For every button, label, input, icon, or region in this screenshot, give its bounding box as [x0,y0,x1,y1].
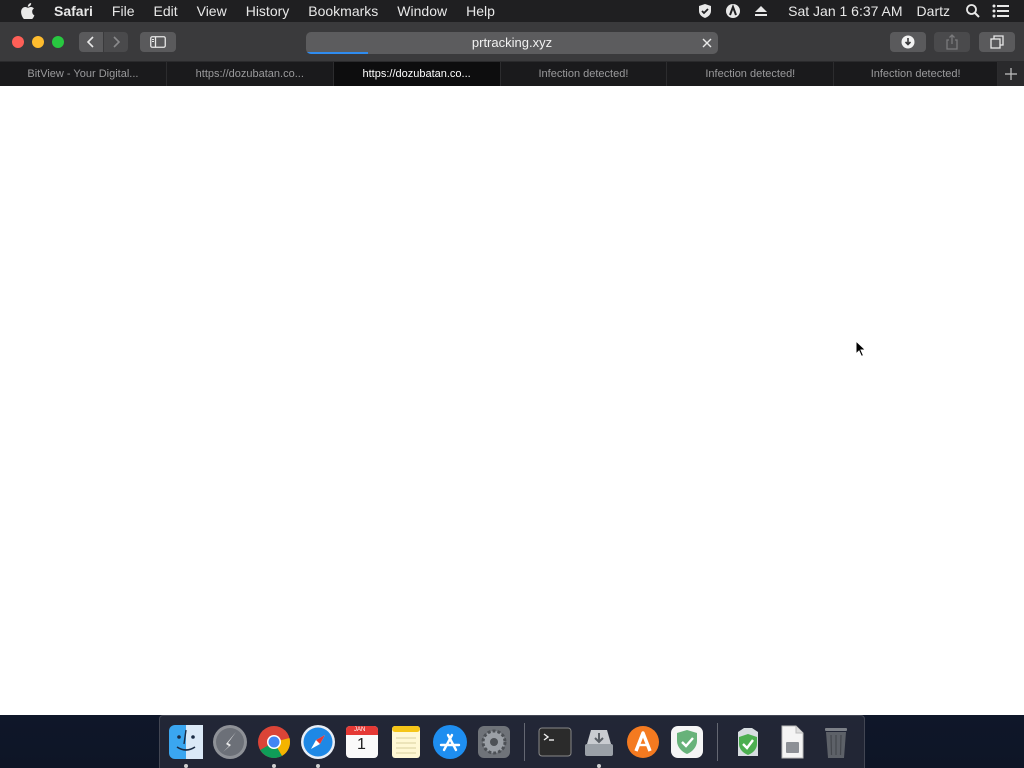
menu-file[interactable]: File [112,0,135,22]
eject-icon[interactable] [752,2,770,20]
share-icon [946,34,958,50]
window-close-button[interactable] [12,36,24,48]
apple-menu-icon[interactable] [20,3,36,19]
tabs-overview-icon [990,35,1004,49]
tab-dozubatan-1[interactable]: https://dozubatan.co... [166,62,334,86]
tab-label: Infection detected! [705,68,796,80]
sidebar-icon [150,36,166,48]
menu-view[interactable]: View [197,0,227,22]
stop-loading-icon[interactable] [700,36,714,50]
tab-label: Infection detected! [538,68,629,80]
downloads-button[interactable] [890,32,926,52]
chevron-right-icon [113,36,121,48]
trash-icon[interactable] [816,722,856,762]
window-minimize-button[interactable] [32,36,44,48]
avast-icon[interactable] [623,722,663,762]
back-button[interactable] [79,32,103,52]
system-preferences-icon[interactable] [474,722,514,762]
security-installer-icon[interactable] [728,722,768,762]
terminal-icon[interactable] [535,722,575,762]
new-tab-button[interactable] [998,62,1024,86]
page-load-progress-bar [306,52,368,54]
plus-icon [1005,68,1018,80]
menu-bar: Safari File Edit View History Bookmarks … [0,0,1024,22]
menu-help[interactable]: Help [466,0,495,22]
address-url[interactable]: prtracking.xyz [306,32,718,54]
tab-infection-1[interactable]: Infection detected! [500,62,668,86]
tab-bitview[interactable]: BitView - Your Digital... [0,62,167,86]
avast-status-icon[interactable] [724,2,742,20]
running-indicator [272,764,276,768]
chrome-icon[interactable] [254,722,294,768]
safari-toolbar: prtracking.xyz [0,22,1024,62]
disk-utility-icon[interactable] [579,722,619,768]
tab-label: https://dozubatan.co... [195,68,304,80]
tab-infection-2[interactable]: Infection detected! [667,62,835,86]
notification-center-icon[interactable] [992,2,1010,20]
shield-status-icon[interactable] [696,2,714,20]
calendar-icon[interactable]: JAN 1 [342,722,382,762]
web-page-content[interactable] [0,86,1024,715]
launchpad-icon[interactable] [210,722,250,762]
tab-label: BitView - Your Digital... [27,68,139,80]
mouse-pointer-icon [855,340,867,358]
dock-separator [524,723,525,761]
forward-button[interactable] [104,32,128,52]
adguard-icon[interactable] [667,722,707,762]
running-indicator [316,764,320,768]
tab-label: Infection detected! [870,68,961,80]
dock: JAN 1 [159,715,865,768]
download-icon [901,35,915,49]
spotlight-search-icon[interactable] [964,2,982,20]
tab-infection-3[interactable]: Infection detected! [834,62,999,86]
menubar-user[interactable]: Dartz [917,3,950,19]
running-indicator [597,764,601,768]
menu-history[interactable]: History [246,0,290,22]
menu-edit[interactable]: Edit [153,0,177,22]
dock-separator [717,723,718,761]
show-all-tabs-button[interactable] [979,32,1015,52]
tab-label: https://dozubatan.co... [362,68,471,80]
running-indicator [184,764,188,768]
menu-app-name[interactable]: Safari [54,0,93,22]
finder-icon[interactable] [166,722,206,768]
tab-dozubatan-2-active[interactable]: https://dozubatan.co... [333,62,501,86]
address-bar[interactable]: prtracking.xyz [306,32,718,54]
document-icon[interactable] [772,722,812,762]
menubar-clock[interactable]: Sat Jan 1 6:37 AM [788,3,902,19]
notes-icon[interactable] [386,722,426,762]
calendar-month: JAN [354,727,366,733]
sidebar-toggle-button[interactable] [140,32,176,52]
tab-bar: BitView - Your Digital... https://dozuba… [0,62,1024,86]
menu-bookmarks[interactable]: Bookmarks [308,0,378,22]
window-zoom-button[interactable] [52,36,64,48]
app-store-icon[interactable] [430,722,470,762]
safari-icon[interactable] [298,722,338,768]
chevron-left-icon [86,36,94,48]
share-button[interactable] [934,32,970,52]
menu-window[interactable]: Window [397,0,447,22]
calendar-day: 1 [357,736,366,753]
